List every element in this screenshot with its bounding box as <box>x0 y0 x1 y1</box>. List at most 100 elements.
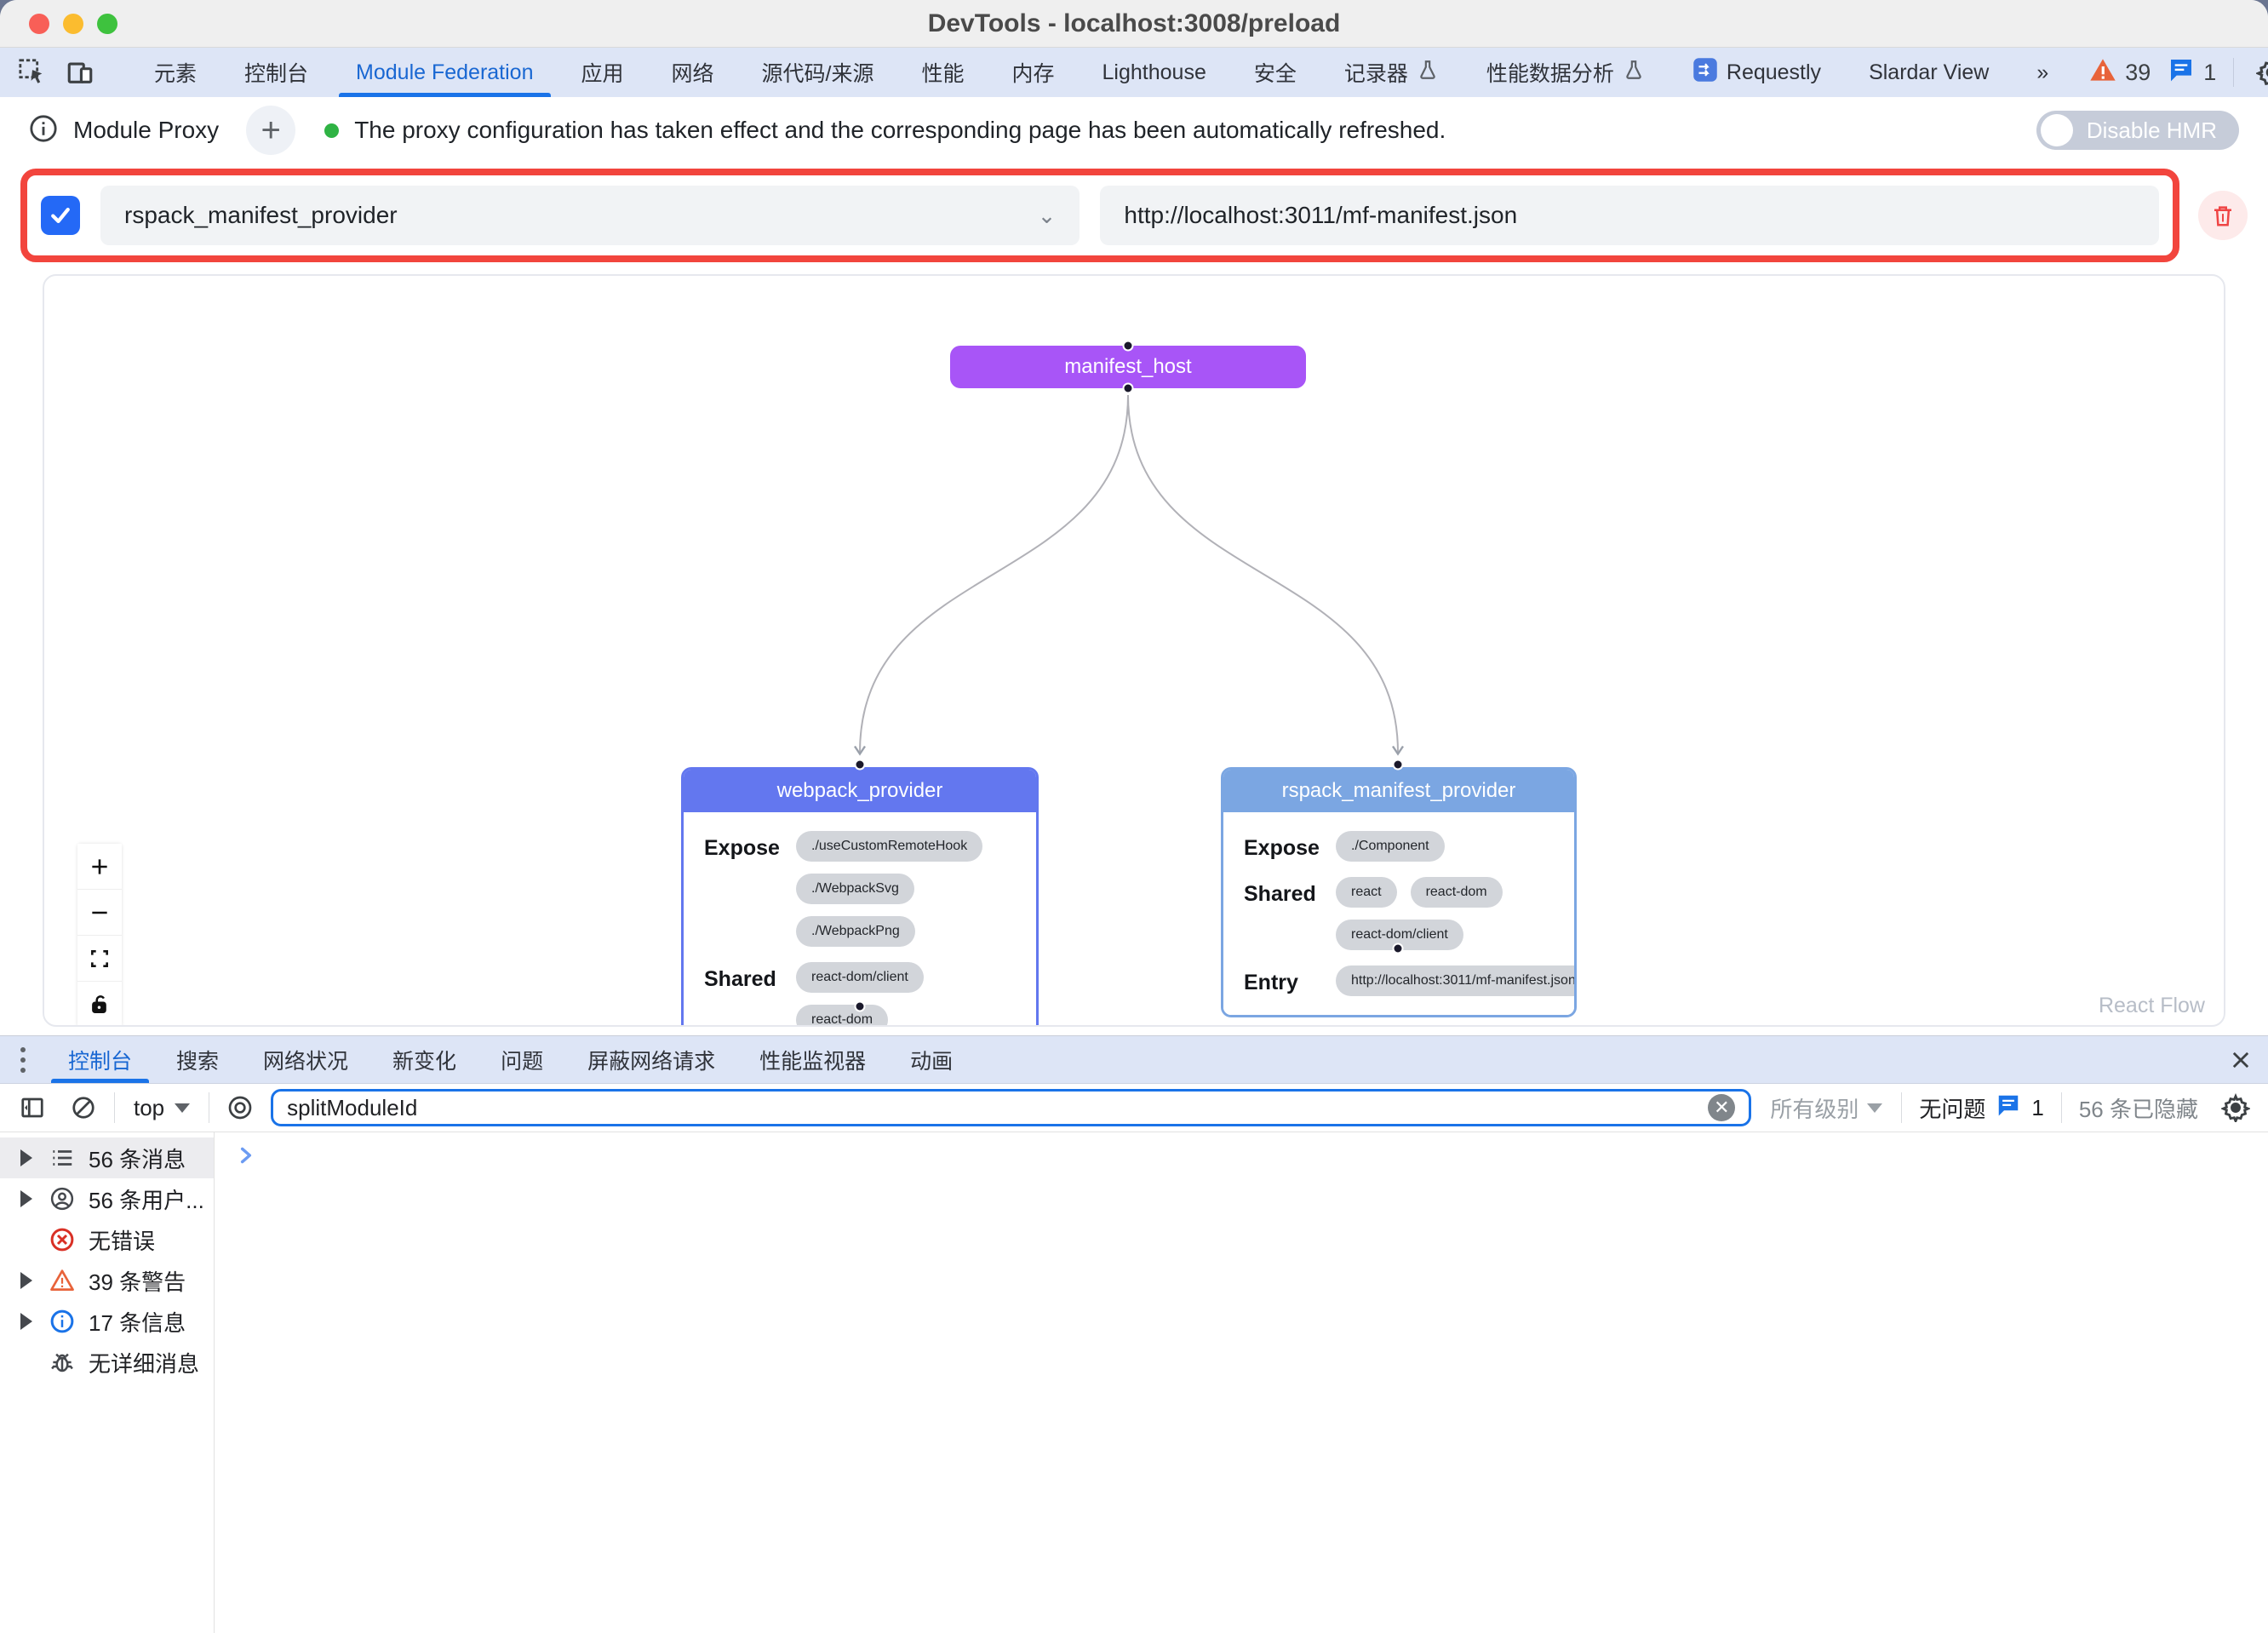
close-drawer-icon[interactable] <box>2214 1036 2268 1083</box>
tab-lighthouse[interactable]: Lighthouse <box>1079 48 1230 97</box>
expose-pill: ./WebpackSvg <box>796 874 914 904</box>
execution-context-selector[interactable]: top <box>125 1095 198 1121</box>
node-header: rspack_manifest_provider <box>1223 770 1574 812</box>
zoom-out-button[interactable] <box>77 890 122 936</box>
flow-canvas[interactable]: manifest_host webpack_provider Expose ./… <box>43 274 2225 1027</box>
node-handle[interactable] <box>1123 383 1134 394</box>
proxy-enabled-checkbox[interactable] <box>41 196 80 235</box>
sidebar-item-warnings[interactable]: 39 条警告 <box>0 1260 214 1301</box>
node-handle[interactable] <box>1393 759 1404 771</box>
drawer-tab-performance-monitor[interactable]: 性能监视器 <box>737 1036 888 1083</box>
chevron-down-icon <box>1867 1103 1882 1113</box>
user-icon <box>48 1186 77 1212</box>
inspect-element-icon[interactable] <box>12 54 53 91</box>
console-body: 56 条消息 56 条用户... 无错误 <box>0 1132 2268 1633</box>
drawer-tab-network-conditions[interactable]: 网络状况 <box>241 1036 370 1083</box>
proxy-status-message: The proxy configuration has taken effect… <box>354 117 1446 144</box>
log-levels-dropdown[interactable]: 所有级别 <box>1761 1092 1891 1124</box>
drawer-tab-search[interactable]: 搜索 <box>154 1036 241 1083</box>
add-proxy-button[interactable]: + <box>246 106 295 155</box>
tab-elements[interactable]: 元素 <box>130 48 220 97</box>
node-rspack-manifest-provider[interactable]: rspack_manifest_provider Expose ./Compon… <box>1221 767 1577 1017</box>
chevron-down-icon <box>175 1103 190 1113</box>
settings-gear-icon[interactable] <box>2251 54 2268 91</box>
warning-count[interactable]: 39 <box>2089 56 2151 89</box>
sidebar-item-errors[interactable]: 无错误 <box>0 1219 214 1260</box>
sidebar-item-user-messages[interactable]: 56 条用户... <box>0 1178 214 1219</box>
shared-row: Shared react-dom/client react-dom react/… <box>704 962 1016 1027</box>
clear-filter-icon[interactable]: ✕ <box>1708 1094 1735 1121</box>
warning-icon <box>2089 56 2116 89</box>
tab-memory[interactable]: 内存 <box>988 48 1079 97</box>
drawer-menu-icon[interactable] <box>0 1036 46 1083</box>
device-toolbar-icon[interactable] <box>60 54 100 91</box>
tab-sources[interactable]: 源代码/来源 <box>738 48 898 97</box>
sidebar-item-verbose[interactable]: 无详细消息 <box>0 1342 214 1383</box>
node-manifest-host[interactable]: manifest_host <box>950 346 1306 388</box>
more-tabs-button[interactable]: » <box>2013 48 2072 97</box>
node-webpack-provider[interactable]: webpack_provider Expose ./useCustomRemot… <box>681 767 1039 1027</box>
drawer-tab-console[interactable]: 控制台 <box>46 1036 154 1083</box>
node-handle[interactable] <box>1123 341 1134 352</box>
devtools-tabbar: 元素 控制台 Module Federation 应用 网络 源代码/来源 性能… <box>0 48 2268 97</box>
node-handle[interactable] <box>1393 943 1404 954</box>
devtools-tabs: 元素 控制台 Module Federation 应用 网络 源代码/来源 性能… <box>130 48 2072 97</box>
disable-hmr-toggle[interactable]: Disable HMR <box>2036 111 2239 150</box>
flow-controls <box>77 844 122 1027</box>
react-flow-attribution[interactable]: React Flow <box>2099 994 2205 1018</box>
live-expression-eye-icon[interactable] <box>220 1089 261 1126</box>
drawer-tabbar: 控制台 搜索 网络状况 新变化 问题 屏蔽网络请求 性能监视器 动画 <box>0 1036 2268 1084</box>
caret-icon[interactable] <box>20 1313 32 1330</box>
manifest-url-input[interactable]: http://localhost:3011/mf-manifest.json <box>1100 186 2159 245</box>
tab-network[interactable]: 网络 <box>648 48 738 97</box>
caret-icon[interactable] <box>20 1272 32 1289</box>
node-handle[interactable] <box>855 1001 866 1012</box>
tab-requestly[interactable]: Requestly <box>1669 48 1845 97</box>
tab-recorder[interactable]: 记录器 <box>1320 48 1463 97</box>
issues-count[interactable]: 1 <box>2168 56 2216 89</box>
flask-icon <box>1417 59 1439 87</box>
node-handle[interactable] <box>855 759 866 771</box>
zoom-in-button[interactable] <box>77 844 122 890</box>
shared-pill: react-dom <box>1411 877 1503 908</box>
provider-select[interactable]: rspack_manifest_provider ⌄ <box>100 186 1080 245</box>
flow-canvas-wrap: manifest_host webpack_provider Expose ./… <box>0 267 2268 1035</box>
clear-console-icon[interactable] <box>63 1089 104 1126</box>
console-settings-gear-icon[interactable] <box>2215 1089 2256 1126</box>
shared-pill: react <box>1336 877 1397 908</box>
requestly-icon <box>1692 57 1718 89</box>
chevron-down-icon: ⌄ <box>1038 203 1057 229</box>
caret-icon[interactable] <box>20 1149 32 1166</box>
drawer-tab-issues[interactable]: 问题 <box>478 1036 565 1083</box>
proxy-entry-row: rspack_manifest_provider ⌄ http://localh… <box>0 163 2268 267</box>
shared-pill: react-dom <box>796 1005 888 1027</box>
tab-application[interactable]: 应用 <box>558 48 648 97</box>
title-bar: DevTools - localhost:3008/preload <box>0 0 2268 48</box>
issues-status[interactable]: 无问题 1 <box>1912 1092 2050 1124</box>
sidebar-item-all-messages[interactable]: 56 条消息 <box>0 1137 214 1178</box>
list-icon <box>48 1145 77 1171</box>
module-proxy-header: Module Proxy + The proxy configuration h… <box>0 97 2268 163</box>
drawer-tab-changes[interactable]: 新变化 <box>370 1036 478 1083</box>
caret-icon[interactable] <box>20 1190 32 1207</box>
sidebar-item-info[interactable]: 17 条信息 <box>0 1301 214 1342</box>
sidebar-toggle-icon[interactable] <box>12 1089 53 1126</box>
drawer-tab-animations[interactable]: 动画 <box>888 1036 975 1083</box>
entry-pill: http://localhost:3011/mf-manifest.json <box>1336 965 1577 996</box>
tab-performance-insights[interactable]: 性能数据分析 <box>1463 48 1669 97</box>
tab-console[interactable]: 控制台 <box>220 48 332 97</box>
drawer-tab-network-blocking[interactable]: 屏蔽网络请求 <box>565 1036 737 1083</box>
hidden-messages-count[interactable]: 56 条已隐藏 <box>2072 1092 2205 1124</box>
console-output[interactable] <box>215 1132 2268 1633</box>
tab-slardar-view[interactable]: Slardar View <box>1845 48 2013 97</box>
console-prompt-icon <box>235 1144 257 1171</box>
expose-pill: ./WebpackPng <box>796 916 915 947</box>
tab-module-federation[interactable]: Module Federation <box>332 48 557 97</box>
delete-proxy-button[interactable] <box>2198 191 2248 240</box>
console-toolbar: top splitModuleId ✕ 所有级别 无问题 1 5 <box>0 1084 2268 1132</box>
fit-view-button[interactable] <box>77 936 122 982</box>
console-filter-input[interactable]: splitModuleId ✕ <box>271 1089 1751 1126</box>
tab-performance[interactable]: 性能 <box>897 48 988 97</box>
tab-security[interactable]: 安全 <box>1230 48 1320 97</box>
lock-button[interactable] <box>77 982 122 1027</box>
